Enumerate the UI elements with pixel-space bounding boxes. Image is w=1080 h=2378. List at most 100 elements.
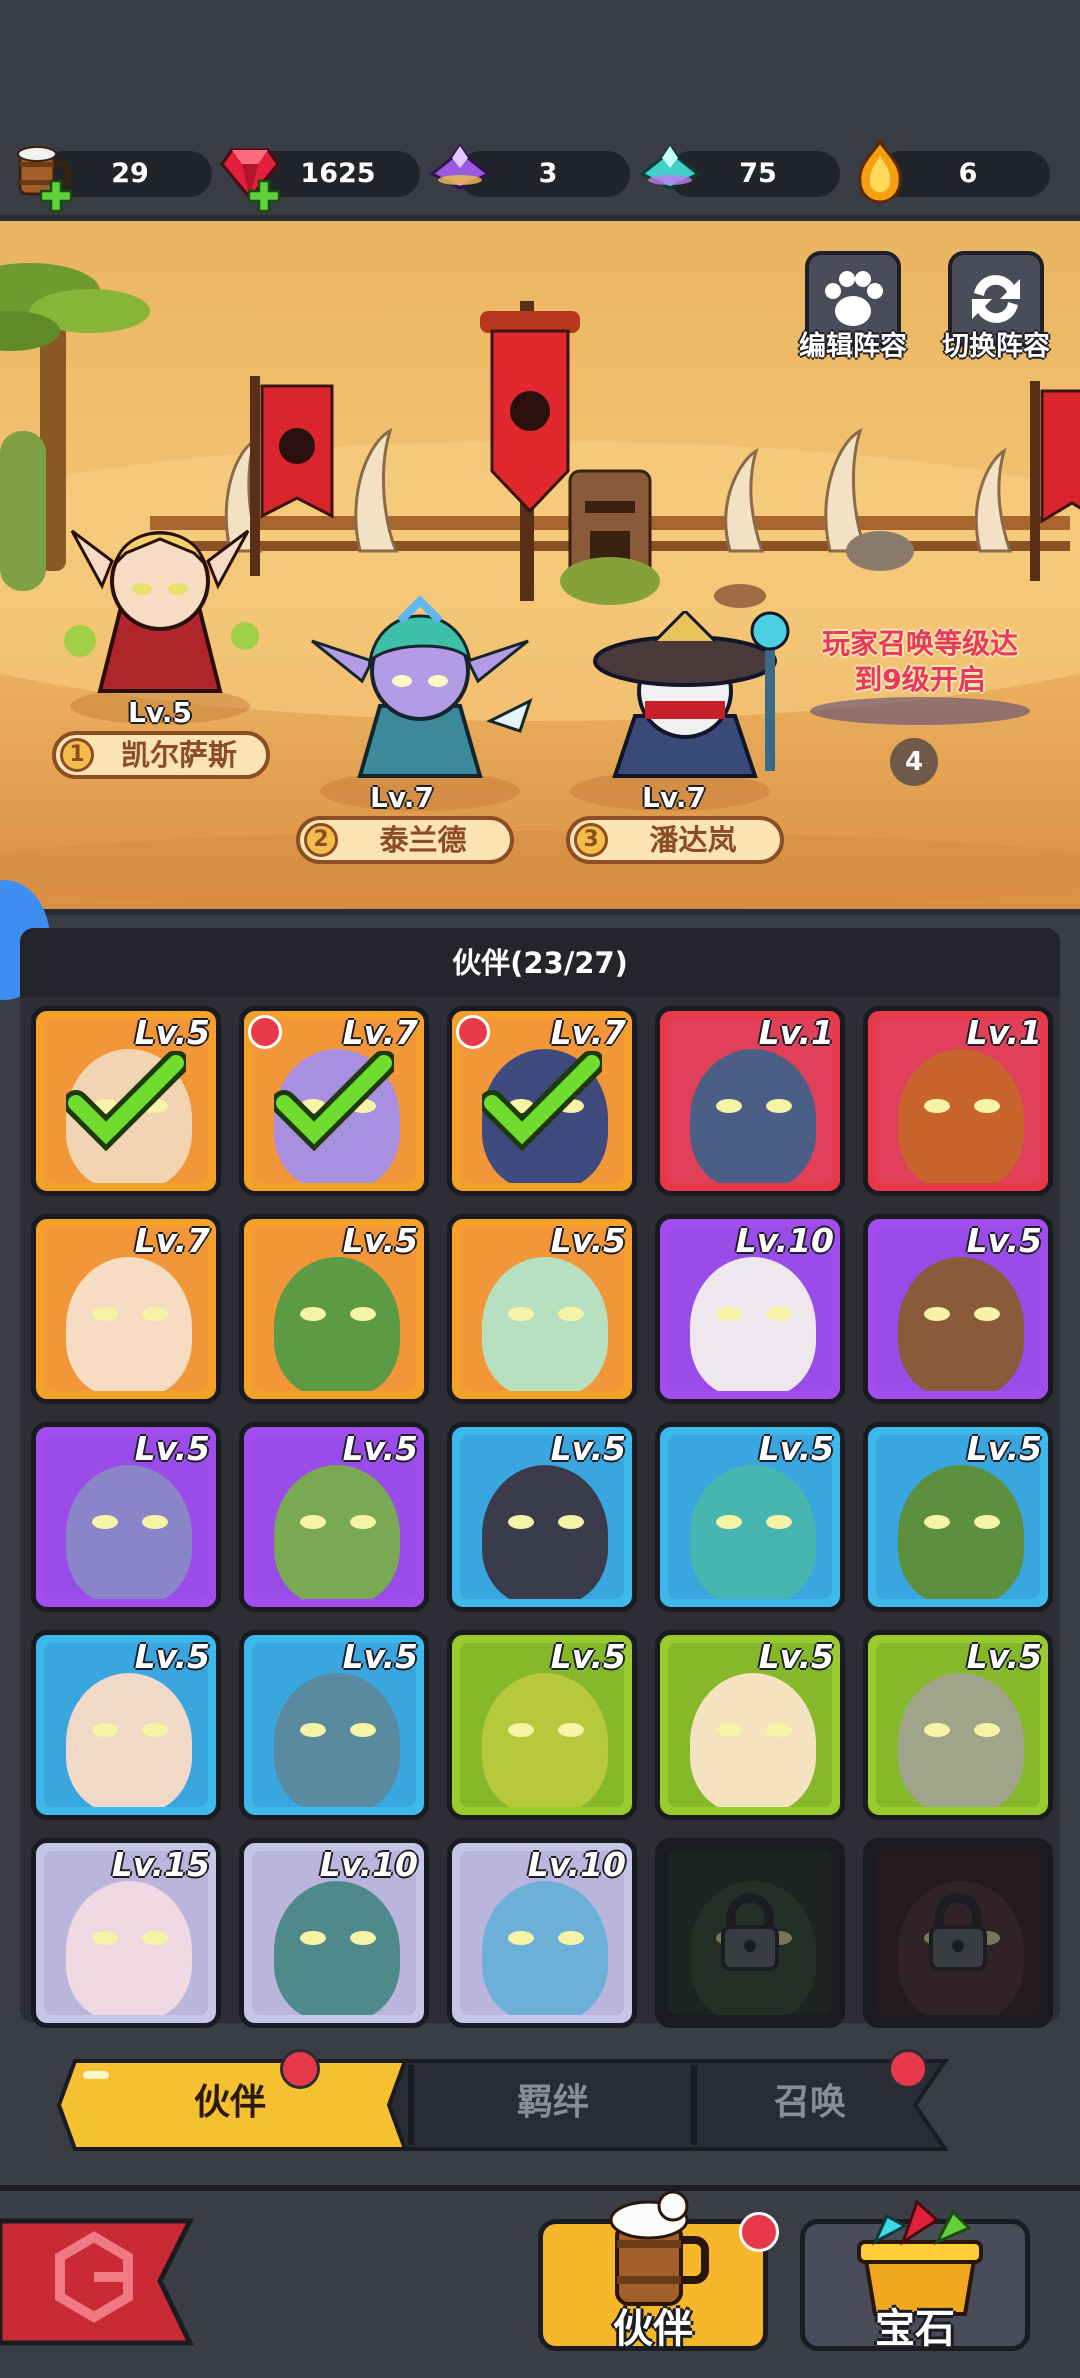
partner-eye (716, 1099, 742, 1113)
locked-overlay (660, 1843, 840, 2023)
partner-eye (300, 1931, 326, 1945)
partner-card[interactable]: Lv.5 (447, 1422, 637, 1612)
partner-card[interactable]: Lv.7 (239, 1006, 429, 1196)
partner-level: Lv.5 (134, 1429, 210, 1468)
hero-level: Lv.7 (370, 781, 434, 814)
partner-card[interactable]: Lv.5 (863, 1422, 1053, 1612)
partner-level: Lv.10 (527, 1845, 626, 1884)
partner-level: Lv.10 (735, 1221, 834, 1260)
locked-overlay (868, 1843, 1048, 2023)
partner-card[interactable]: Lv.5 (655, 1630, 845, 1820)
partner-eye (300, 1723, 326, 1737)
mug-count: 29 (111, 158, 149, 189)
partner-card[interactable]: Lv.5 (239, 1630, 429, 1820)
partner-eye (350, 1931, 376, 1945)
tab-partners[interactable]: 伙伴 (55, 2057, 405, 2153)
selected-check-icon (274, 1051, 394, 1151)
partner-eye (974, 1723, 1000, 1737)
partner-card[interactable]: Lv.5 (447, 1630, 637, 1820)
partner-card[interactable]: Lv.10 (239, 1838, 429, 2028)
partner-eye (92, 1723, 118, 1737)
partner-card[interactable]: Lv.5 (655, 1422, 845, 1612)
partner-card-locked[interactable] (863, 1838, 1053, 2028)
tab-bonds[interactable]: 羁绊 (415, 2057, 691, 2153)
partner-card-locked[interactable] (655, 1838, 845, 2028)
partner-level: Lv.5 (134, 1013, 210, 1052)
hero-tyrande-sprite[interactable] (300, 591, 540, 781)
teal-crystal-count: 75 (739, 158, 777, 189)
partner-face (482, 1673, 608, 1807)
partner-level: Lv.7 (550, 1013, 626, 1052)
partner-eye (300, 1515, 326, 1529)
partner-card[interactable]: Lv.5 (239, 1422, 429, 1612)
partner-card[interactable]: Lv.5 (31, 1006, 221, 1196)
back-button[interactable] (0, 2217, 196, 2347)
partner-alert-dot (248, 1015, 282, 1049)
partner-eye (924, 1307, 950, 1321)
lineup-slot-1[interactable]: 1 凯尔萨斯 (52, 731, 270, 779)
partner-card[interactable]: Lv.10 (447, 1838, 637, 2028)
partner-alert-dot (456, 1015, 490, 1049)
partner-face (66, 1257, 192, 1391)
partner-level: Lv.1 (966, 1013, 1042, 1052)
edit-lineup-label[interactable]: 编辑阵容 (778, 324, 928, 363)
partner-card[interactable]: Lv.1 (863, 1006, 1053, 1196)
padlock-icon (929, 1893, 987, 1971)
lineup-slot-3[interactable]: 3 潘达岚 (566, 816, 784, 864)
partner-face (898, 1049, 1024, 1183)
nav-gems-button[interactable]: 宝石 (800, 2199, 1030, 2352)
partner-eye (92, 1931, 118, 1945)
partner-panel-title: 伙伴(23/27) (20, 928, 1060, 998)
partner-card[interactable]: Lv.10 (655, 1214, 845, 1404)
partner-face (482, 1881, 608, 2015)
nav-partners-alert-dot (739, 2212, 779, 2252)
partner-eye (974, 1515, 1000, 1529)
hero-name: 泰兰德 (379, 823, 467, 857)
partner-level: Lv.5 (134, 1637, 210, 1676)
partner-eye (558, 1931, 584, 1945)
partner-eye (716, 1723, 742, 1737)
partner-card[interactable]: Lv.5 (863, 1214, 1053, 1404)
hero-name: 潘达岚 (649, 823, 737, 857)
partner-card[interactable]: Lv.5 (31, 1630, 221, 1820)
add-rubies-icon[interactable] (246, 178, 282, 214)
tab-partners-alert-dot (280, 2049, 320, 2089)
battle-field: 编辑阵容 切换阵容 Lv.5 1 凯尔萨斯 Lv.7 2 泰兰德 Lv.7 3 … (0, 215, 1080, 915)
hero-level: Lv.5 (128, 696, 192, 729)
partner-eye (508, 1723, 534, 1737)
partner-level: Lv.7 (134, 1221, 210, 1260)
partner-tabs: 伙伴 羁绊 召唤 (55, 2049, 995, 2153)
partner-eye (350, 1307, 376, 1321)
flame-gem-count: 6 (958, 158, 978, 189)
partner-eye (924, 1515, 950, 1529)
partner-face (898, 1465, 1024, 1599)
purple-crystal-icon (429, 143, 491, 190)
partner-card[interactable]: Lv.5 (863, 1630, 1053, 1820)
lineup-slot-4-locked[interactable]: 4 (890, 738, 938, 786)
partner-card[interactable]: Lv.1 (655, 1006, 845, 1196)
partner-card[interactable]: Lv.15 (31, 1838, 221, 2028)
partner-card[interactable]: Lv.5 (239, 1214, 429, 1404)
lineup-slot-2[interactable]: 2 泰兰德 (296, 816, 514, 864)
slot4-unlock-hint: 玩家召唤等级达 到9级开启 (800, 626, 1040, 698)
hero-pandaran-sprite[interactable] (565, 611, 825, 781)
hero-kaelthas-sprite[interactable] (60, 501, 260, 701)
switch-lineup-label[interactable]: 切换阵容 (921, 324, 1071, 363)
partner-card[interactable]: Lv.5 (31, 1422, 221, 1612)
partner-card[interactable]: Lv.7 (31, 1214, 221, 1404)
partner-level: Lv.5 (342, 1221, 418, 1260)
partner-face (482, 1465, 608, 1599)
partner-card[interactable]: Lv.7 (447, 1006, 637, 1196)
partner-eye (142, 1723, 168, 1737)
partner-face (274, 1673, 400, 1807)
unlock-line-2: 到9级开启 (854, 663, 986, 696)
add-mugs-icon[interactable] (38, 178, 74, 214)
partner-card[interactable]: Lv.5 (447, 1214, 637, 1404)
unlock-line-1: 玩家召唤等级达 (821, 627, 1018, 660)
partner-face (66, 1465, 192, 1599)
partner-level: Lv.10 (319, 1845, 418, 1884)
partner-eye (92, 1307, 118, 1321)
ruby-count: 1625 (300, 158, 376, 189)
nav-partners-button[interactable]: 伙伴 (538, 2190, 779, 2352)
partner-level: Lv.5 (342, 1429, 418, 1468)
